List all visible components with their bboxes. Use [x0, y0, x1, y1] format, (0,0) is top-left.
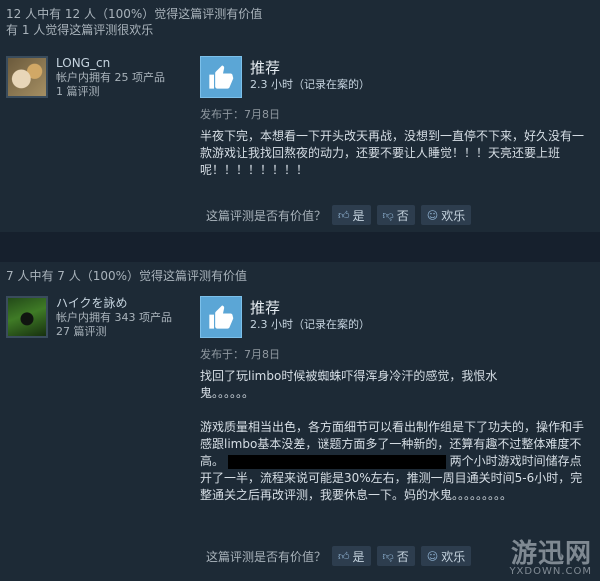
review-card-2: 7 人中有 7 人（100%）觉得这篇评测有价值 ハイクを詠め 帐户内拥有 34…	[0, 262, 600, 581]
thumbs-up-icon: 👍︎	[338, 549, 350, 563]
review-body: 推荐 2.3 小时（记录在案的） 发布于：7月8日 半夜下完，本想看一下开头改天…	[200, 56, 600, 179]
review-body: 推荐 2.3 小时（记录在案的） 发布于：7月8日 找回了玩limbo时候被蜘蛛…	[200, 296, 600, 504]
review-text: 找回了玩limbo时候被蜘蛛吓得浑身冷汗的感觉，我恨水鬼。。。。。。 游戏质量相…	[200, 368, 586, 504]
author-block[interactable]: ハイクを詠め 帐户内拥有 343 项产品 27 篇评测	[6, 296, 172, 339]
smiley-icon: ☺	[426, 549, 439, 563]
recommendation-label[interactable]: 推荐	[250, 298, 370, 318]
review-paragraph: 半夜下完，本想看一下开头改天再战，没想到一直停不下来，好久没有一款游戏让我找回熬…	[200, 129, 585, 177]
vote-question: 这篇评测是否有价值？	[206, 208, 327, 223]
thumbs-up-icon	[200, 56, 242, 98]
review-paragraph: 找回了玩limbo时候被蜘蛛吓得浑身冷汗的感觉，我恨水鬼。。。。。。	[200, 369, 498, 400]
hours-played: 2.3 小时（记录在案的）	[250, 78, 370, 91]
avatar[interactable]	[6, 296, 48, 338]
recommendation-label[interactable]: 推荐	[250, 58, 370, 78]
vote-yes-button[interactable]: 👍︎ 是	[332, 546, 371, 566]
vote-yes-label: 是	[352, 549, 365, 564]
author-name[interactable]: ハイクを詠め	[56, 296, 172, 311]
vote-no-label: 否	[396, 208, 409, 223]
helpful-count: 12 人中有 12 人（100%）觉得这篇评测有价值	[6, 7, 263, 21]
posted-date: 发布于：7月8日	[200, 348, 280, 361]
vote-funny-label: 欢乐	[441, 208, 466, 223]
watermark: 游迅网 YXDOWN.COM	[509, 541, 592, 577]
hours-played: 2.3 小时（记录在案的）	[250, 318, 370, 331]
vote-yes-label: 是	[352, 208, 365, 223]
vote-no-label: 否	[396, 549, 409, 564]
author-products: 帐户内拥有 343 项产品	[56, 311, 172, 324]
posted-date: 发布于：7月8日	[200, 108, 280, 121]
thumbs-down-icon: 👎︎	[382, 549, 394, 563]
review-text: 半夜下完，本想看一下开头改天再战，没想到一直停不下来，好久没有一款游戏让我找回熬…	[200, 128, 586, 179]
funny-count: 有 1 人觉得这篇评测很欢乐	[6, 23, 154, 37]
vote-funny-label: 欢乐	[441, 549, 466, 564]
author-review-count[interactable]: 27 篇评测	[56, 325, 172, 339]
review-card-1: 12 人中有 12 人（100%）觉得这篇评测有价值 有 1 人觉得这篇评测很欢…	[0, 0, 600, 232]
vote-no-button[interactable]: 👎︎ 否	[376, 546, 415, 566]
watermark-logo-text: 游迅网	[510, 539, 592, 569]
vote-yes-button[interactable]: 👍︎ 是	[332, 205, 371, 225]
vote-funny-button[interactable]: ☺ 欢乐	[420, 205, 472, 225]
avatar[interactable]	[6, 56, 48, 98]
author-review-count[interactable]: 1 篇评测	[56, 85, 165, 99]
review-separator	[0, 232, 600, 262]
author-products: 帐户内拥有 25 项产品	[56, 71, 165, 84]
author-block[interactable]: LONG_cn 帐户内拥有 25 项产品 1 篇评测	[6, 56, 165, 99]
thumbs-up-icon	[200, 296, 242, 338]
redacted-block	[227, 454, 446, 469]
vote-funny-button[interactable]: ☺ 欢乐	[420, 546, 472, 566]
smiley-icon: ☺	[426, 208, 439, 222]
vote-row: 这篇评测是否有价值？ 👍︎ 是 👎︎ 否 ☺ 欢乐	[206, 205, 472, 225]
thumbs-down-icon: 👎︎	[382, 208, 394, 222]
thumbs-up-icon: 👍︎	[338, 208, 350, 222]
vote-question: 这篇评测是否有价值？	[206, 549, 327, 564]
vote-row: 这篇评测是否有价值？ 👍︎ 是 👎︎ 否 ☺ 欢乐	[206, 546, 472, 566]
helpful-count: 7 人中有 7 人（100%）觉得这篇评测有价值	[6, 269, 248, 283]
review-paragraph: 游戏质量相当出色，各方面细节可以看出制作组是下了功夫的，操作和手感跟limbo基…	[200, 419, 586, 504]
watermark-url: YXDOWN.COM	[509, 566, 592, 577]
author-name[interactable]: LONG_cn	[56, 56, 165, 71]
vote-no-button[interactable]: 👎︎ 否	[376, 205, 415, 225]
